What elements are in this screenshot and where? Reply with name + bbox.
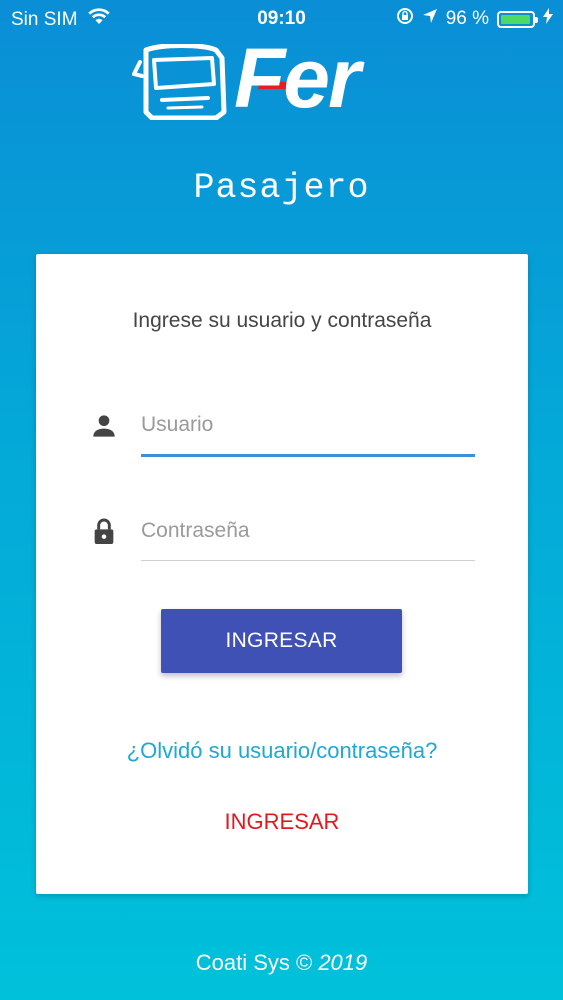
username-underline	[141, 454, 475, 457]
battery-fill	[501, 14, 530, 24]
password-field	[88, 506, 476, 566]
person-icon	[88, 410, 120, 442]
login-button[interactable]: INGRESAR	[161, 609, 402, 673]
footer-year: 2019	[318, 950, 368, 975]
footer-company: Coati Sys ©	[195, 950, 313, 975]
charging-bolt-icon	[543, 8, 553, 30]
lock-icon	[88, 516, 120, 548]
login-instruction: Ingrese su usuario y contraseña	[132, 309, 432, 332]
rotation-lock-icon	[396, 7, 414, 31]
secondary-login-link[interactable]: INGRESAR	[36, 809, 528, 835]
forgot-credentials-link[interactable]: ¿Olvidó su usuario/contraseña?	[36, 738, 528, 764]
battery-percent: 96 %	[445, 8, 489, 29]
page-title: Pasajero	[193, 168, 370, 208]
footer: Coati Sys © 2019	[0, 950, 563, 976]
password-underline	[141, 560, 475, 561]
status-right: 96 %	[396, 7, 553, 31]
brand-logo: Fer	[132, 36, 432, 120]
location-arrow-icon	[422, 8, 438, 30]
logo-text: Fer	[234, 31, 361, 125]
bus-icon	[132, 44, 227, 120]
username-field	[88, 400, 476, 460]
password-input[interactable]	[141, 506, 475, 556]
username-input[interactable]	[141, 400, 475, 450]
battery-icon	[497, 10, 538, 28]
login-card: Ingrese su usuario y contraseña INGRESAR…	[36, 254, 528, 894]
